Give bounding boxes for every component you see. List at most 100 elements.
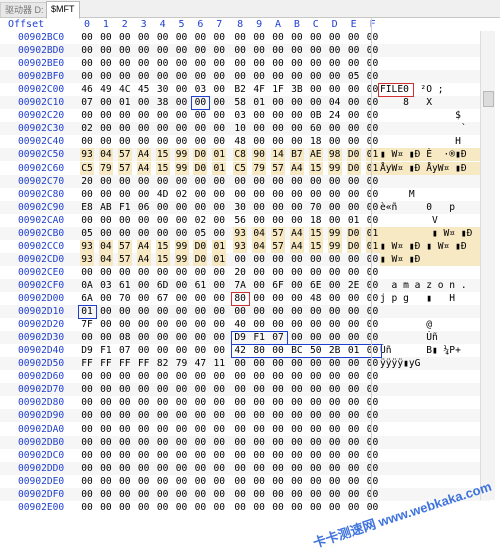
hex-byte[interactable]: 00 [290,214,304,227]
hex-byte[interactable]: 00 [347,201,361,214]
ascii-text[interactable] [380,396,480,409]
hex-byte[interactable]: 00 [175,409,189,422]
hex-byte[interactable]: 01 [212,148,227,162]
hex-byte[interactable]: 00 [366,305,380,318]
hex-byte[interactable]: 00 [309,409,323,422]
hex-byte[interactable]: D9 [80,344,94,357]
hex-byte[interactable]: 00 [118,383,132,396]
hex-byte[interactable]: 01 [347,344,361,357]
hex-byte[interactable]: 00 [99,409,113,422]
hex-byte[interactable]: 38 [156,96,170,109]
hex-byte[interactable]: 00 [99,44,113,57]
hex-byte[interactable]: 00 [175,305,189,318]
hex-byte[interactable]: FF [99,357,113,370]
ascii-text[interactable] [380,370,480,383]
hex-byte[interactable]: 00 [212,370,226,383]
hex-byte[interactable]: 00 [328,44,342,57]
hex-byte[interactable]: 00 [347,462,361,475]
hex-byte[interactable]: 00 [366,57,380,70]
hex-byte[interactable]: 00 [118,266,132,279]
hex-byte[interactable]: 00 [193,188,207,201]
hex-byte[interactable]: 00 [328,462,342,475]
hex-byte[interactable]: 00 [347,188,361,201]
hex-byte[interactable]: 00 [233,57,247,70]
hex-byte[interactable]: 00 [137,122,151,135]
hex-byte[interactable]: 00 [193,475,207,488]
hex-byte[interactable]: 00 [137,135,151,148]
hex-byte[interactable]: 00 [328,292,342,305]
hex-byte[interactable]: 00 [328,214,342,227]
hex-byte[interactable]: 04 [252,226,267,240]
hex-byte[interactable]: 00 [156,475,170,488]
hex-byte[interactable]: 00 [309,266,323,279]
hex-byte[interactable]: 00 [328,318,342,331]
hex-byte[interactable]: 00 [175,70,189,83]
hex-byte[interactable]: 00 [193,383,207,396]
hex-byte[interactable]: 00 [137,370,151,383]
hex-row[interactable]: 00902DD0 00 00 00 00 00 00 00 00 00 00 00 00 00 00 00 00 [0,461,490,475]
hex-byte[interactable]: 00 [328,409,342,422]
hex-byte[interactable]: 00 [193,135,207,148]
hex-byte[interactable]: 00 [193,318,207,331]
hex-byte[interactable]: 00 [252,44,266,57]
hex-byte[interactable]: 6F [271,279,285,292]
hex-row[interactable]: 00902DE0 00 00 00 00 00 00 00 00 00 00 00 00 00 00 00 00 [0,475,490,488]
hex-byte[interactable]: 00 [193,109,207,122]
hex-byte[interactable]: 00 [366,175,380,188]
hex-byte[interactable]: 58 [233,96,247,109]
hex-byte[interactable]: 00 [118,318,132,331]
hex-byte[interactable]: 00 [290,175,304,188]
hex-byte[interactable]: 00 [366,279,380,292]
hex-byte[interactable]: 00 [233,305,247,318]
hex-byte[interactable]: 00 [175,292,189,305]
hex-byte[interactable]: A4 [289,161,304,175]
hex-byte[interactable]: 00 [252,279,266,292]
hex-byte[interactable]: 00 [99,266,113,279]
hex-row[interactable]: 00902BC0 00 00 00 00 00 00 00 00 00 00 00 00 00 00 00 00 [0,31,490,44]
hex-byte[interactable]: 00 [271,96,285,109]
hex-byte[interactable]: 00 [212,501,226,514]
hex-byte[interactable]: 15 [308,226,323,240]
hex-byte[interactable]: 00 [212,396,226,409]
hex-byte[interactable]: 00 [193,57,207,70]
hex-byte[interactable]: 00 [233,501,247,514]
hex-byte[interactable]: D0 [193,148,208,162]
hex-byte[interactable]: 00 [212,214,226,227]
hex-byte[interactable]: 00 [347,423,361,436]
hex-byte[interactable]: 00 [118,214,132,227]
hex-byte[interactable]: F1 [118,201,132,214]
hex-byte[interactable]: 00 [271,436,285,449]
hex-byte[interactable]: 57 [117,161,132,175]
hex-byte[interactable]: 00 [137,175,151,188]
hex-byte[interactable]: 00 [212,279,226,292]
hex-byte[interactable]: 00 [175,83,189,96]
hex-byte[interactable]: 00 [252,253,266,266]
hex-byte[interactable]: 00 [309,318,323,331]
hex-byte[interactable]: 00 [212,70,226,83]
hex-byte[interactable]: 00 [99,436,113,449]
ascii-text[interactable]: $ [380,109,480,122]
hex-byte[interactable]: 00 [212,475,226,488]
hex-byte[interactable]: 01 [365,161,380,175]
hex-byte[interactable]: 00 [290,357,304,370]
hex-byte[interactable]: 00 [328,279,342,292]
hex-byte[interactable]: 00 [290,396,304,409]
hex-byte[interactable]: 00 [193,70,207,83]
hex-byte[interactable]: 00 [290,370,304,383]
hex-byte[interactable]: 00 [252,449,266,462]
hex-byte[interactable]: 00 [309,488,323,501]
hex-byte[interactable]: 00 [156,344,170,357]
hex-byte[interactable]: 00 [290,279,304,292]
hex-byte[interactable]: 00 [366,436,380,449]
hex-byte[interactable]: 00 [271,370,285,383]
hex-byte[interactable]: 50 [309,344,323,357]
hex-byte[interactable]: 00 [193,449,207,462]
hex-byte[interactable]: 00 [271,396,285,409]
hex-byte[interactable]: 00 [193,423,207,436]
hex-byte[interactable]: 15 [155,161,170,175]
hex-byte[interactable]: 00 [156,214,170,227]
hex-byte[interactable]: 57 [271,161,285,175]
hex-byte[interactable]: 00 [156,488,170,501]
hex-byte[interactable]: 00 [252,122,266,135]
hex-byte[interactable]: 4C [118,83,132,96]
